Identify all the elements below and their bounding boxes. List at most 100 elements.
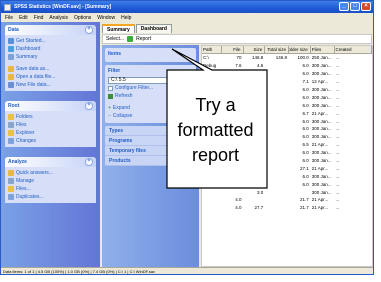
expand-link[interactable]: + Expand — [108, 104, 193, 112]
tab-summary[interactable]: Summary — [102, 24, 135, 33]
menu-window[interactable]: Window — [97, 15, 115, 21]
table-cell: 7.1 — [302, 79, 309, 85]
column-header[interactable]: Size — [244, 46, 266, 53]
task-group-title: Analyze — [8, 159, 27, 165]
table-cell — [289, 188, 311, 196]
table-cell: 6.0 — [302, 126, 309, 132]
close-button[interactable]: × — [361, 2, 371, 11]
table-cell: 300 Jan... — [311, 71, 332, 77]
table-row[interactable]: 3.6 6.0 300 Jan...... — [202, 86, 372, 94]
chevron-up-icon[interactable]: ^ — [85, 102, 93, 110]
table-cell — [222, 149, 244, 157]
title-bar[interactable]: SPSS Statistics [WinDF.sav] - [Summary] … — [1, 1, 373, 13]
table-row[interactable]: 4.1 6.0 300 Jan...... — [202, 149, 372, 157]
table-row[interactable]: 3.2 6.0 300 Jan...... — [202, 117, 372, 125]
menu-find[interactable]: Find — [34, 15, 44, 21]
table-row[interactable]: 3.0 7.1 12 Apr...... — [202, 78, 372, 86]
collapse-link[interactable]: − Collapse — [108, 112, 193, 120]
table-cell — [202, 125, 222, 133]
task-item[interactable]: Quick answers... — [8, 169, 93, 177]
table-row[interactable]: 2.1 6.0 300 Jan...... — [202, 133, 372, 141]
table-row[interactable]: 3.6 6.7 21 Apr...... — [202, 109, 372, 117]
filter-input[interactable]: C:\ 5.5 — [108, 76, 178, 84]
configure-filter-link[interactable]: Configure Filter... — [108, 84, 193, 92]
task-group-header[interactable]: Data ^ — [5, 25, 96, 35]
chevron-up-icon[interactable]: ^ — [85, 26, 93, 34]
minimize-button[interactable]: _ — [339, 2, 349, 11]
table-row[interactable]: C:\ 70 146.8 146.8 100.0 250 Jan...... — [202, 54, 372, 62]
column-header[interactable]: Created — [335, 46, 372, 53]
maximize-button[interactable]: □ — [350, 2, 360, 11]
table-row[interactable]: Debug 7.6 4.6 6.0 300 Jan...... — [202, 62, 372, 70]
table-row[interactable]: 28.1 27.1 21 Apr...... — [202, 164, 372, 172]
table-cell: ... — [335, 110, 340, 116]
table-cell: ... — [335, 197, 340, 203]
table-row[interactable]: 2.9 6.0 300 Jan...... — [202, 157, 372, 165]
task-item[interactable]: Files... — [8, 185, 93, 193]
table-cell — [265, 141, 289, 149]
task-item[interactable]: Open a data file... — [8, 73, 93, 81]
refresh-link[interactable]: Refresh — [108, 92, 193, 100]
folder-icon — [8, 114, 14, 120]
table-cell: ... — [335, 55, 340, 61]
menu-help[interactable]: Help — [121, 15, 131, 21]
table-row[interactable]: 4.0 21.7 21 Apr...... — [202, 196, 372, 204]
table-row[interactable]: 4.0 27.7 21.7 21 Apr...... — [202, 204, 372, 212]
manage-icon — [8, 178, 14, 184]
table-row[interactable]: 2.8 4.1 6.0 300 Jan...... — [202, 180, 372, 188]
column-header[interactable]: Files — [311, 46, 335, 53]
task-item[interactable]: Summary — [8, 53, 93, 61]
table-cell: 6.7 — [302, 110, 309, 116]
category-types[interactable]: Types — [105, 126, 196, 136]
task-group-header[interactable]: Analyze ^ — [5, 157, 96, 167]
column-header[interactable]: File — [222, 46, 244, 53]
view-options-pane: Items Filter C:\ 5.5 Configure Filter...… — [102, 45, 199, 267]
items-panel: Items — [105, 48, 196, 62]
column-header[interactable]: Path — [202, 46, 222, 53]
table-cell — [202, 188, 222, 196]
category-temporary-files[interactable]: Temporary files — [105, 146, 196, 156]
table-cell — [265, 149, 289, 157]
table-cell — [265, 172, 289, 180]
task-item[interactable]: Folders — [8, 113, 93, 121]
category-products[interactable]: Products — [105, 156, 196, 166]
task-item[interactable]: Dashboard — [8, 45, 93, 53]
category-programs[interactable]: Programs — [105, 136, 196, 146]
table-cell: 300 Jan... — [311, 118, 332, 124]
table-row[interactable]: 3.0 6.0 300 Jan...... — [202, 101, 372, 109]
task-item[interactable]: Files — [8, 121, 93, 129]
table-row[interactable]: 2.2 3.0 6.0 300 Jan...... — [202, 70, 372, 78]
table-cell: 300 Jan... — [311, 63, 332, 69]
table-row[interactable]: 3.5 6.0 300 Jan...... — [202, 93, 372, 101]
task-item[interactable]: Explorer — [8, 129, 93, 137]
task-item[interactable]: Get Started... — [8, 37, 93, 45]
checkbox-icon[interactable] — [108, 85, 113, 91]
report-icon[interactable] — [127, 36, 134, 42]
column-header[interactable]: Folder size — [289, 46, 311, 53]
task-item[interactable]: Save data as... — [8, 65, 93, 73]
select-button[interactable]: Select... — [106, 36, 124, 42]
menu-edit[interactable]: Edit — [19, 15, 28, 21]
task-item[interactable]: Manage — [8, 177, 93, 185]
application-window: SPSS Statistics [WinDF.sav] - [Summary] … — [0, 0, 374, 275]
menu-options[interactable]: Options — [74, 15, 91, 21]
task-item[interactable]: Changes — [8, 137, 93, 145]
table-cell — [222, 109, 244, 117]
task-item[interactable]: New File data... — [8, 81, 93, 89]
column-header[interactable]: Total size — [265, 46, 290, 53]
table-row[interactable]: 3.0 300 Jan...... — [202, 188, 372, 196]
tab-dashboard[interactable]: Dashboard — [135, 24, 172, 33]
menu-file[interactable]: File — [5, 15, 13, 21]
table-row[interactable]: 4.1 3.0 6.0 300 Jan...... — [202, 172, 372, 180]
table-cell: 6.0 — [302, 102, 309, 108]
task-group-header[interactable]: Root ^ — [5, 101, 96, 111]
table-cell — [202, 70, 222, 78]
chevron-up-icon[interactable]: ^ — [85, 158, 93, 166]
tab-strip: Summary Dashboard — [102, 24, 172, 33]
window-controls: _ □ × — [339, 2, 371, 11]
menu-analysis[interactable]: Analysis — [49, 15, 68, 21]
report-dropdown[interactable]: Report — [136, 36, 151, 42]
table-row[interactable]: 3.9 6.0 300 Jan...... — [202, 125, 372, 133]
table-row[interactable]: 2.0 6.5 21 Apr...... — [202, 141, 372, 149]
task-item[interactable]: Duplicates... — [8, 193, 93, 201]
